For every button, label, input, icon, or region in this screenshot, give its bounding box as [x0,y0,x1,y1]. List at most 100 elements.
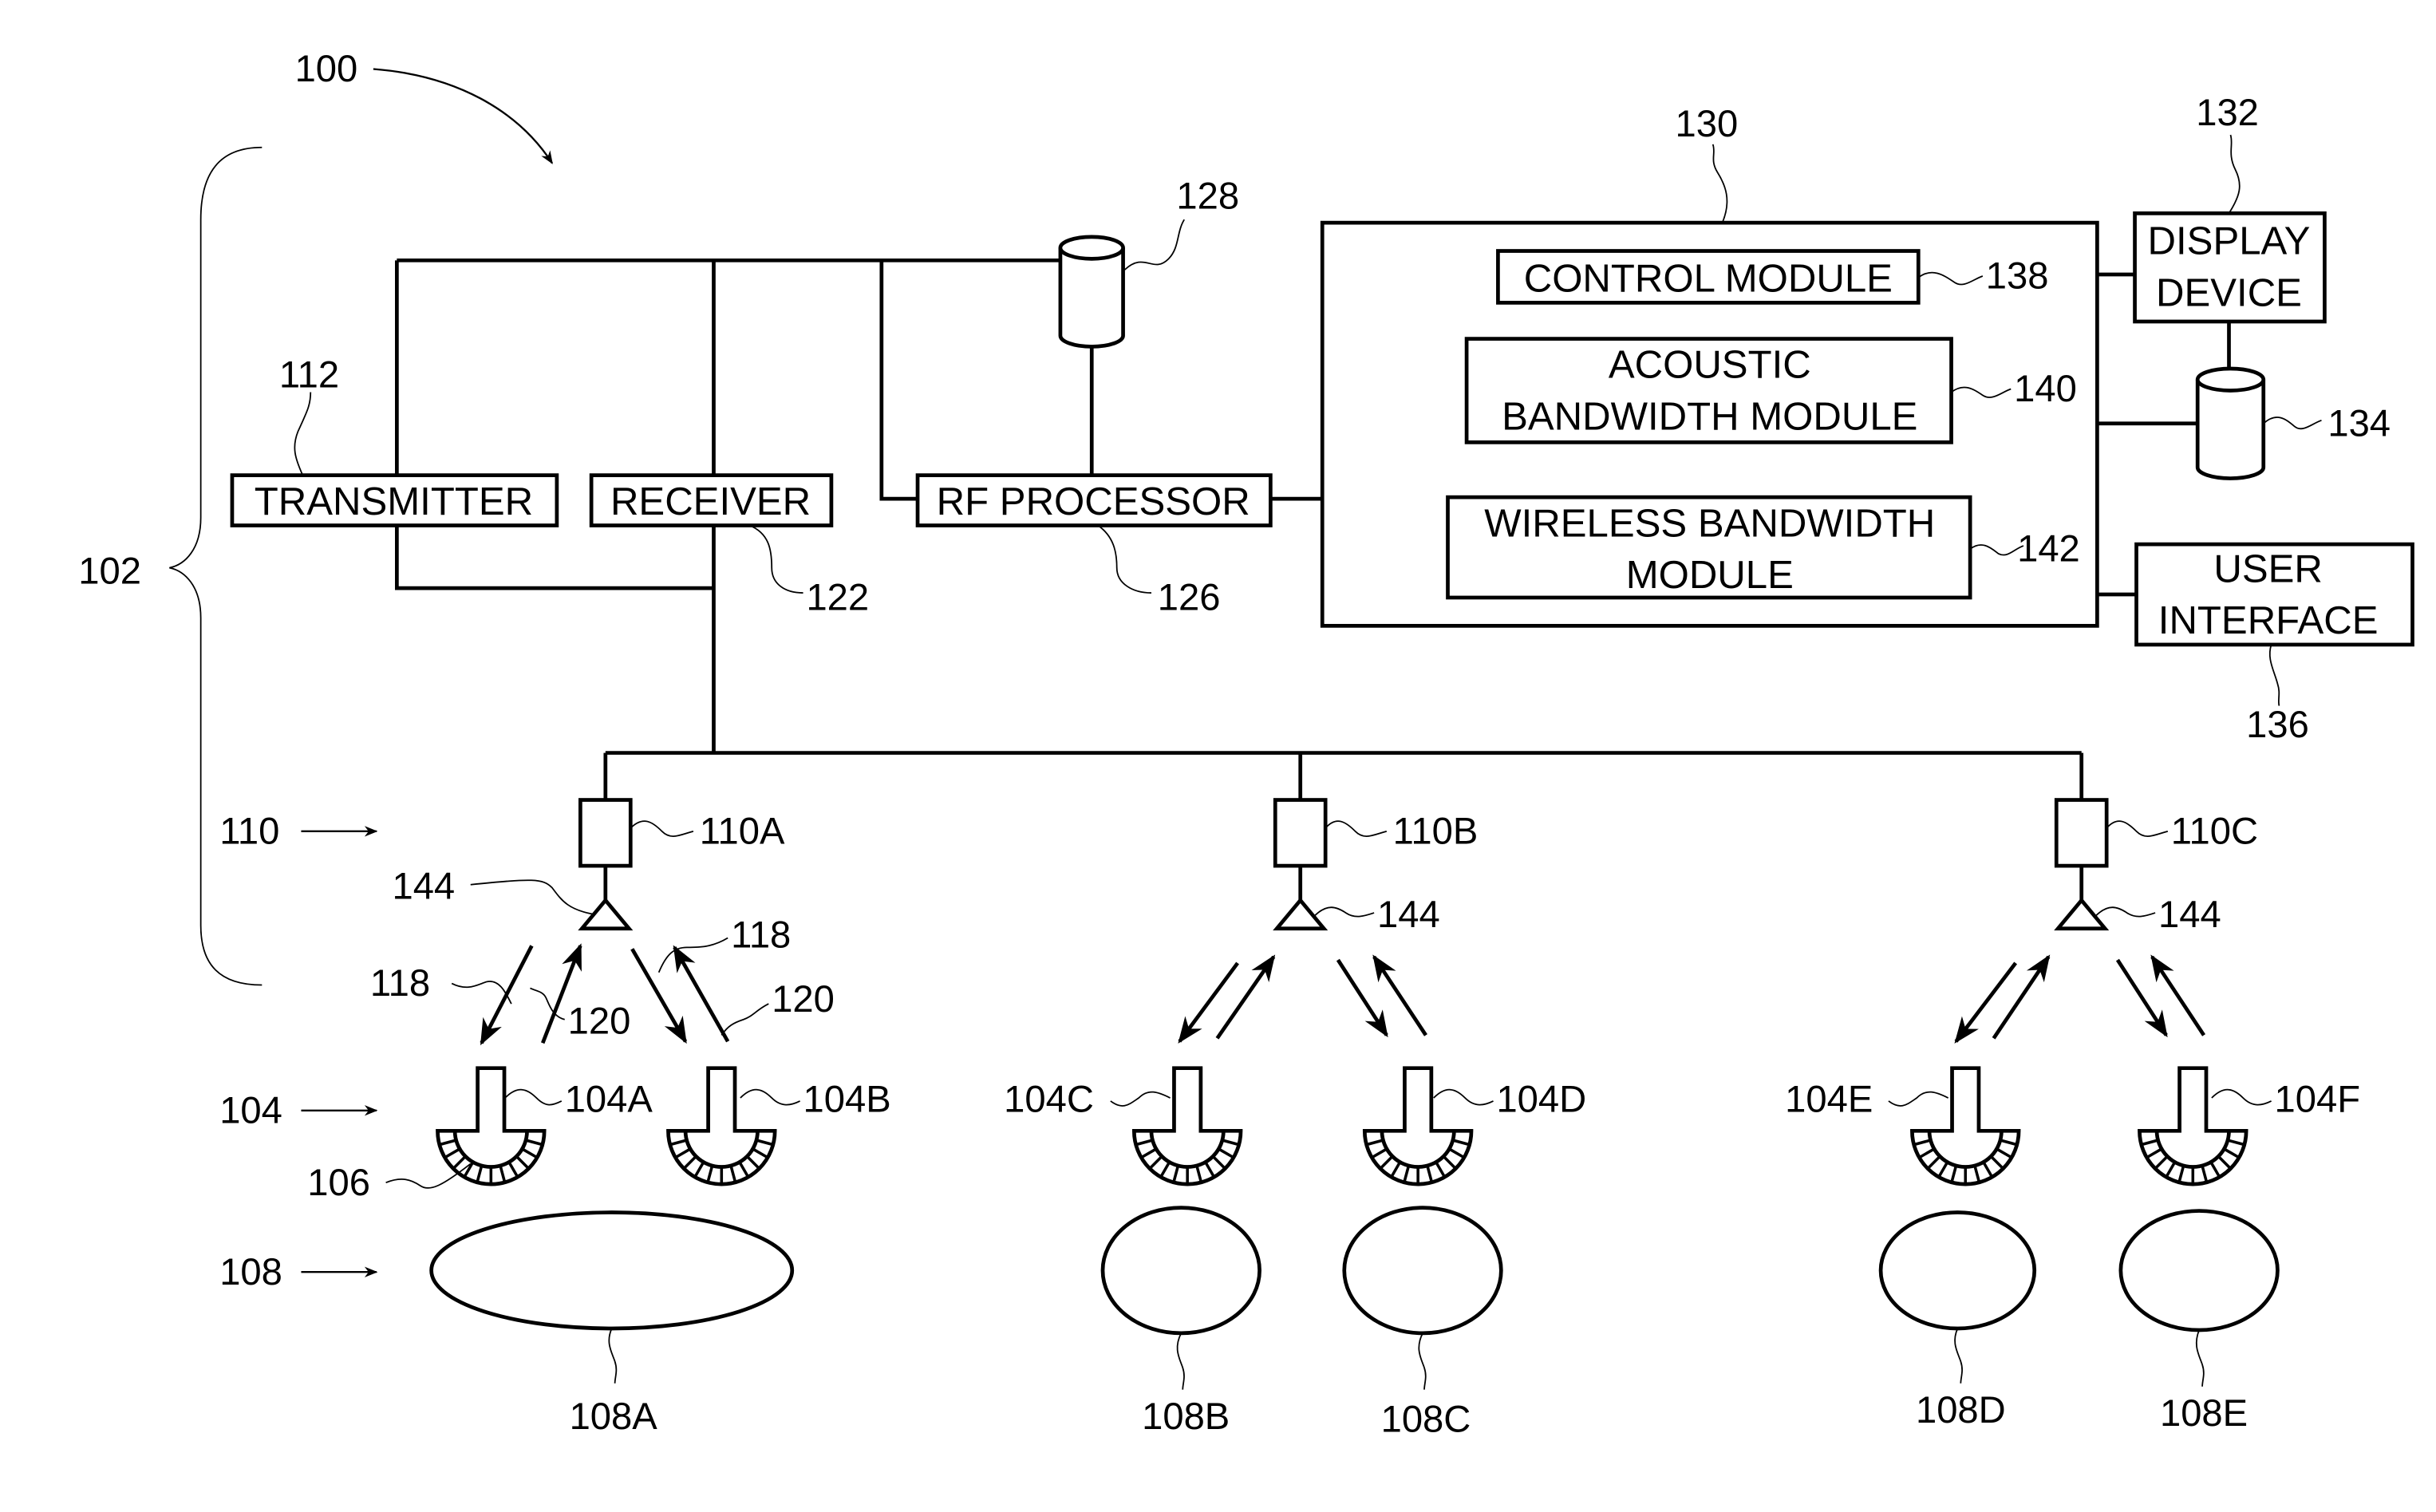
leader-130 [1712,144,1728,223]
display-device-label-1: DISPLAY [2148,219,2311,263]
leader-134 [2263,416,2322,430]
transducer-104e [1910,1066,2021,1186]
ref-104c: 104C [1004,1078,1094,1120]
user-interface-label-2: INTERFACE [2158,599,2379,642]
ref-110b: 110B [1393,810,1479,852]
leader-136 [2268,644,2280,706]
ref-104: 104 [219,1088,282,1131]
ref-128: 128 [1176,174,1239,216]
ref-120a: 120 [568,999,631,1041]
ref-106: 106 [307,1161,370,1203]
leader-144a [470,879,595,915]
ref-144b: 144 [1377,893,1440,935]
ref-140: 140 [2014,367,2077,409]
transmitter-label: TRANSMITTER [255,480,533,523]
target-108b [1100,1206,1261,1336]
ref-126: 126 [1158,576,1221,618]
antenna-icon [578,897,634,931]
leader-110a [630,820,694,837]
leader-128 [1123,219,1185,270]
ref-130: 130 [1676,102,1739,144]
leader-122 [749,524,803,594]
leader-104b [740,1088,800,1106]
leader-132 [2228,134,2241,214]
ref-110c: 110C [2171,810,2258,852]
leader-120b [721,1003,769,1036]
leader-104e [1888,1091,1949,1107]
ref-108e: 108E [2160,1392,2248,1434]
leader-104f [2211,1088,2272,1106]
ref-118a: 118 [370,961,430,1004]
rf-processor-label: RF PROCESSOR [937,480,1250,523]
ref-108d: 108D [1916,1388,2006,1431]
signal-arrows-c [1954,954,2206,1044]
leader-112 [294,392,312,476]
wireless-unit-110a [578,798,634,931]
ref-102: 102 [78,549,141,591]
ref-108: 108 [219,1250,282,1293]
transducer-104d [1362,1066,1474,1186]
leader-104d [1433,1088,1494,1106]
ref-104f: 104F [2275,1078,2360,1120]
leader-108e [2196,1329,2205,1387]
wireless-unit-110c [2054,798,2110,931]
leader-108b [1176,1332,1185,1390]
ref-104d: 104D [1496,1078,1586,1120]
memory-134-cylinder [2195,366,2266,480]
transducer-104b [666,1066,777,1186]
ref-132: 132 [2196,91,2259,133]
ref-108c: 108C [1381,1398,1471,1440]
ref-142: 142 [2017,527,2080,570]
ref-100: 100 [295,47,358,89]
ref-138: 138 [1986,255,2049,297]
leader-108a [608,1328,618,1384]
ref-136: 136 [2246,703,2309,745]
leader-118b [657,937,728,973]
ref-134: 134 [2327,401,2391,444]
leader-110c [2106,820,2169,837]
wireless-bus [603,751,2084,800]
leader-108c [1418,1332,1427,1390]
wireless-module-label-2: MODULE [1626,554,1794,597]
transducer-104f [2138,1066,2248,1186]
target-108e [2118,1209,2280,1332]
leader-110b [1325,820,1388,837]
user-interface-label-1: USER [2213,547,2323,590]
ref-110: 110 [219,810,279,852]
acoustic-module-label-1: ACOUSTIC [1609,344,1811,387]
txrx-lower-bus [395,525,716,753]
leader-144b [1313,906,1375,918]
target-108d [1878,1210,2037,1331]
ref-122: 122 [806,576,869,618]
memory-128-cylinder [1058,235,1125,349]
ref-108b: 108B [1142,1395,1230,1437]
target-108a [429,1210,795,1331]
control-module-label: CONTROL MODULE [1524,258,1893,301]
wireless-unit-110b [1273,798,1329,931]
ref-104a: 104A [565,1078,653,1120]
transducer-104c [1131,1066,1243,1186]
patent-figure: 100 102 128 TRANSMITTER 112 RECEIVER 122… [78,47,2414,1440]
leader-108d [1954,1328,1963,1384]
signal-arrows-b [1178,954,1427,1044]
display-device-label-2: DEVICE [2156,271,2302,314]
ref-118b: 118 [731,913,791,955]
leader-104a [504,1088,563,1106]
ref-108a: 108A [570,1395,658,1437]
transducer-104a [436,1066,547,1186]
receiver-label: RECEIVER [610,480,811,523]
ref-110a: 110A [700,810,785,852]
leader-144c [2094,906,2156,918]
target-108c [1342,1206,1503,1336]
leader-126 [1097,524,1151,594]
leader-104c [1110,1091,1171,1107]
ref-144a: 144 [392,864,455,906]
ref-104e: 104E [1785,1078,1873,1120]
ref-104b: 104B [803,1078,891,1120]
top-bus [395,258,1060,501]
ref-144c: 144 [2158,893,2221,935]
acoustic-module-label-2: BANDWIDTH MODULE [1502,396,1917,439]
ref-112: 112 [279,353,339,396]
ref-120b: 120 [772,977,835,1020]
wireless-module-label-1: WIRELESS BANDWIDTH [1484,502,1935,545]
